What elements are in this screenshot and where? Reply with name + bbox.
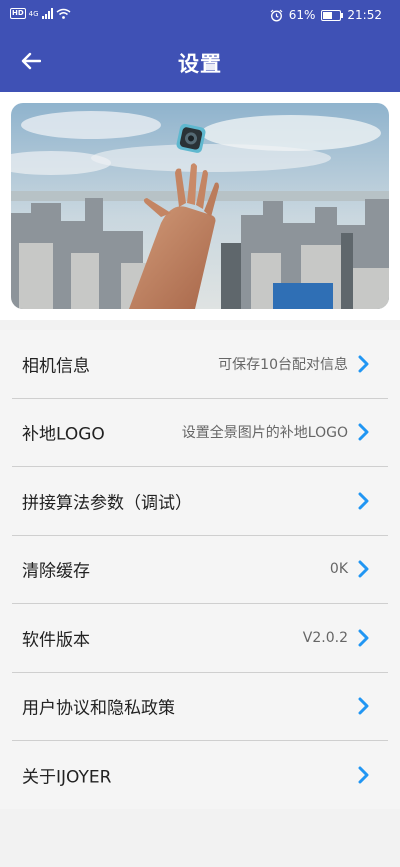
chevron-right-icon xyxy=(358,355,369,373)
settings-list: 相机信息 可保存10台配对信息 补地LOGO 设置全景图片的补地LOGO 拼接算… xyxy=(0,330,400,809)
banner-image xyxy=(11,103,389,309)
network-type: 4G xyxy=(28,9,39,18)
battery-percent: 61% xyxy=(288,8,316,22)
setting-label: 关于IJOYER xyxy=(22,767,112,788)
setting-label: 用户协议和隐私政策 xyxy=(22,698,175,719)
app-bar: 设置 xyxy=(0,30,400,92)
setting-label: 补地LOGO xyxy=(22,424,105,445)
setting-label: 软件版本 xyxy=(22,630,90,651)
clock: 21:52 xyxy=(347,8,382,22)
chevron-right-icon xyxy=(358,697,369,715)
setting-value: 可保存10台配对信息 xyxy=(218,356,348,373)
page-title: 设置 xyxy=(178,52,222,76)
chevron-right-icon xyxy=(358,423,369,441)
setting-label: 拼接算法参数（调试） xyxy=(22,493,192,514)
setting-label: 清除缓存 xyxy=(22,561,90,582)
setting-label: 相机信息 xyxy=(22,356,90,377)
setting-stitching-params[interactable]: 拼接算法参数（调试） xyxy=(12,467,388,536)
chevron-right-icon xyxy=(358,560,369,578)
status-bar: HD 4G 61% 21:52 xyxy=(0,0,400,30)
wifi-icon xyxy=(56,8,71,19)
chevron-right-icon xyxy=(358,766,369,784)
alarm-icon xyxy=(270,9,283,21)
setting-ground-logo[interactable]: 补地LOGO 设置全景图片的补地LOGO xyxy=(12,399,388,467)
city-photo xyxy=(11,103,389,309)
setting-value: V2.0.2 xyxy=(302,629,348,646)
battery-icon xyxy=(321,9,344,21)
setting-about[interactable]: 关于IJOYER xyxy=(12,741,388,809)
signal-icon xyxy=(41,8,53,19)
setting-privacy-policy[interactable]: 用户协议和隐私政策 xyxy=(12,673,388,741)
hd-icon: HD xyxy=(10,8,26,19)
setting-value: 设置全景图片的补地LOGO xyxy=(181,425,348,442)
setting-software-version[interactable]: 软件版本 V2.0.2 xyxy=(12,604,388,673)
chevron-right-icon xyxy=(358,629,369,647)
setting-camera-info[interactable]: 相机信息 可保存10台配对信息 xyxy=(12,330,388,399)
setting-value: 0K xyxy=(329,561,348,578)
setting-clear-cache[interactable]: 清除缓存 0K xyxy=(12,536,388,604)
banner-section xyxy=(0,92,400,320)
chevron-right-icon xyxy=(358,492,369,510)
